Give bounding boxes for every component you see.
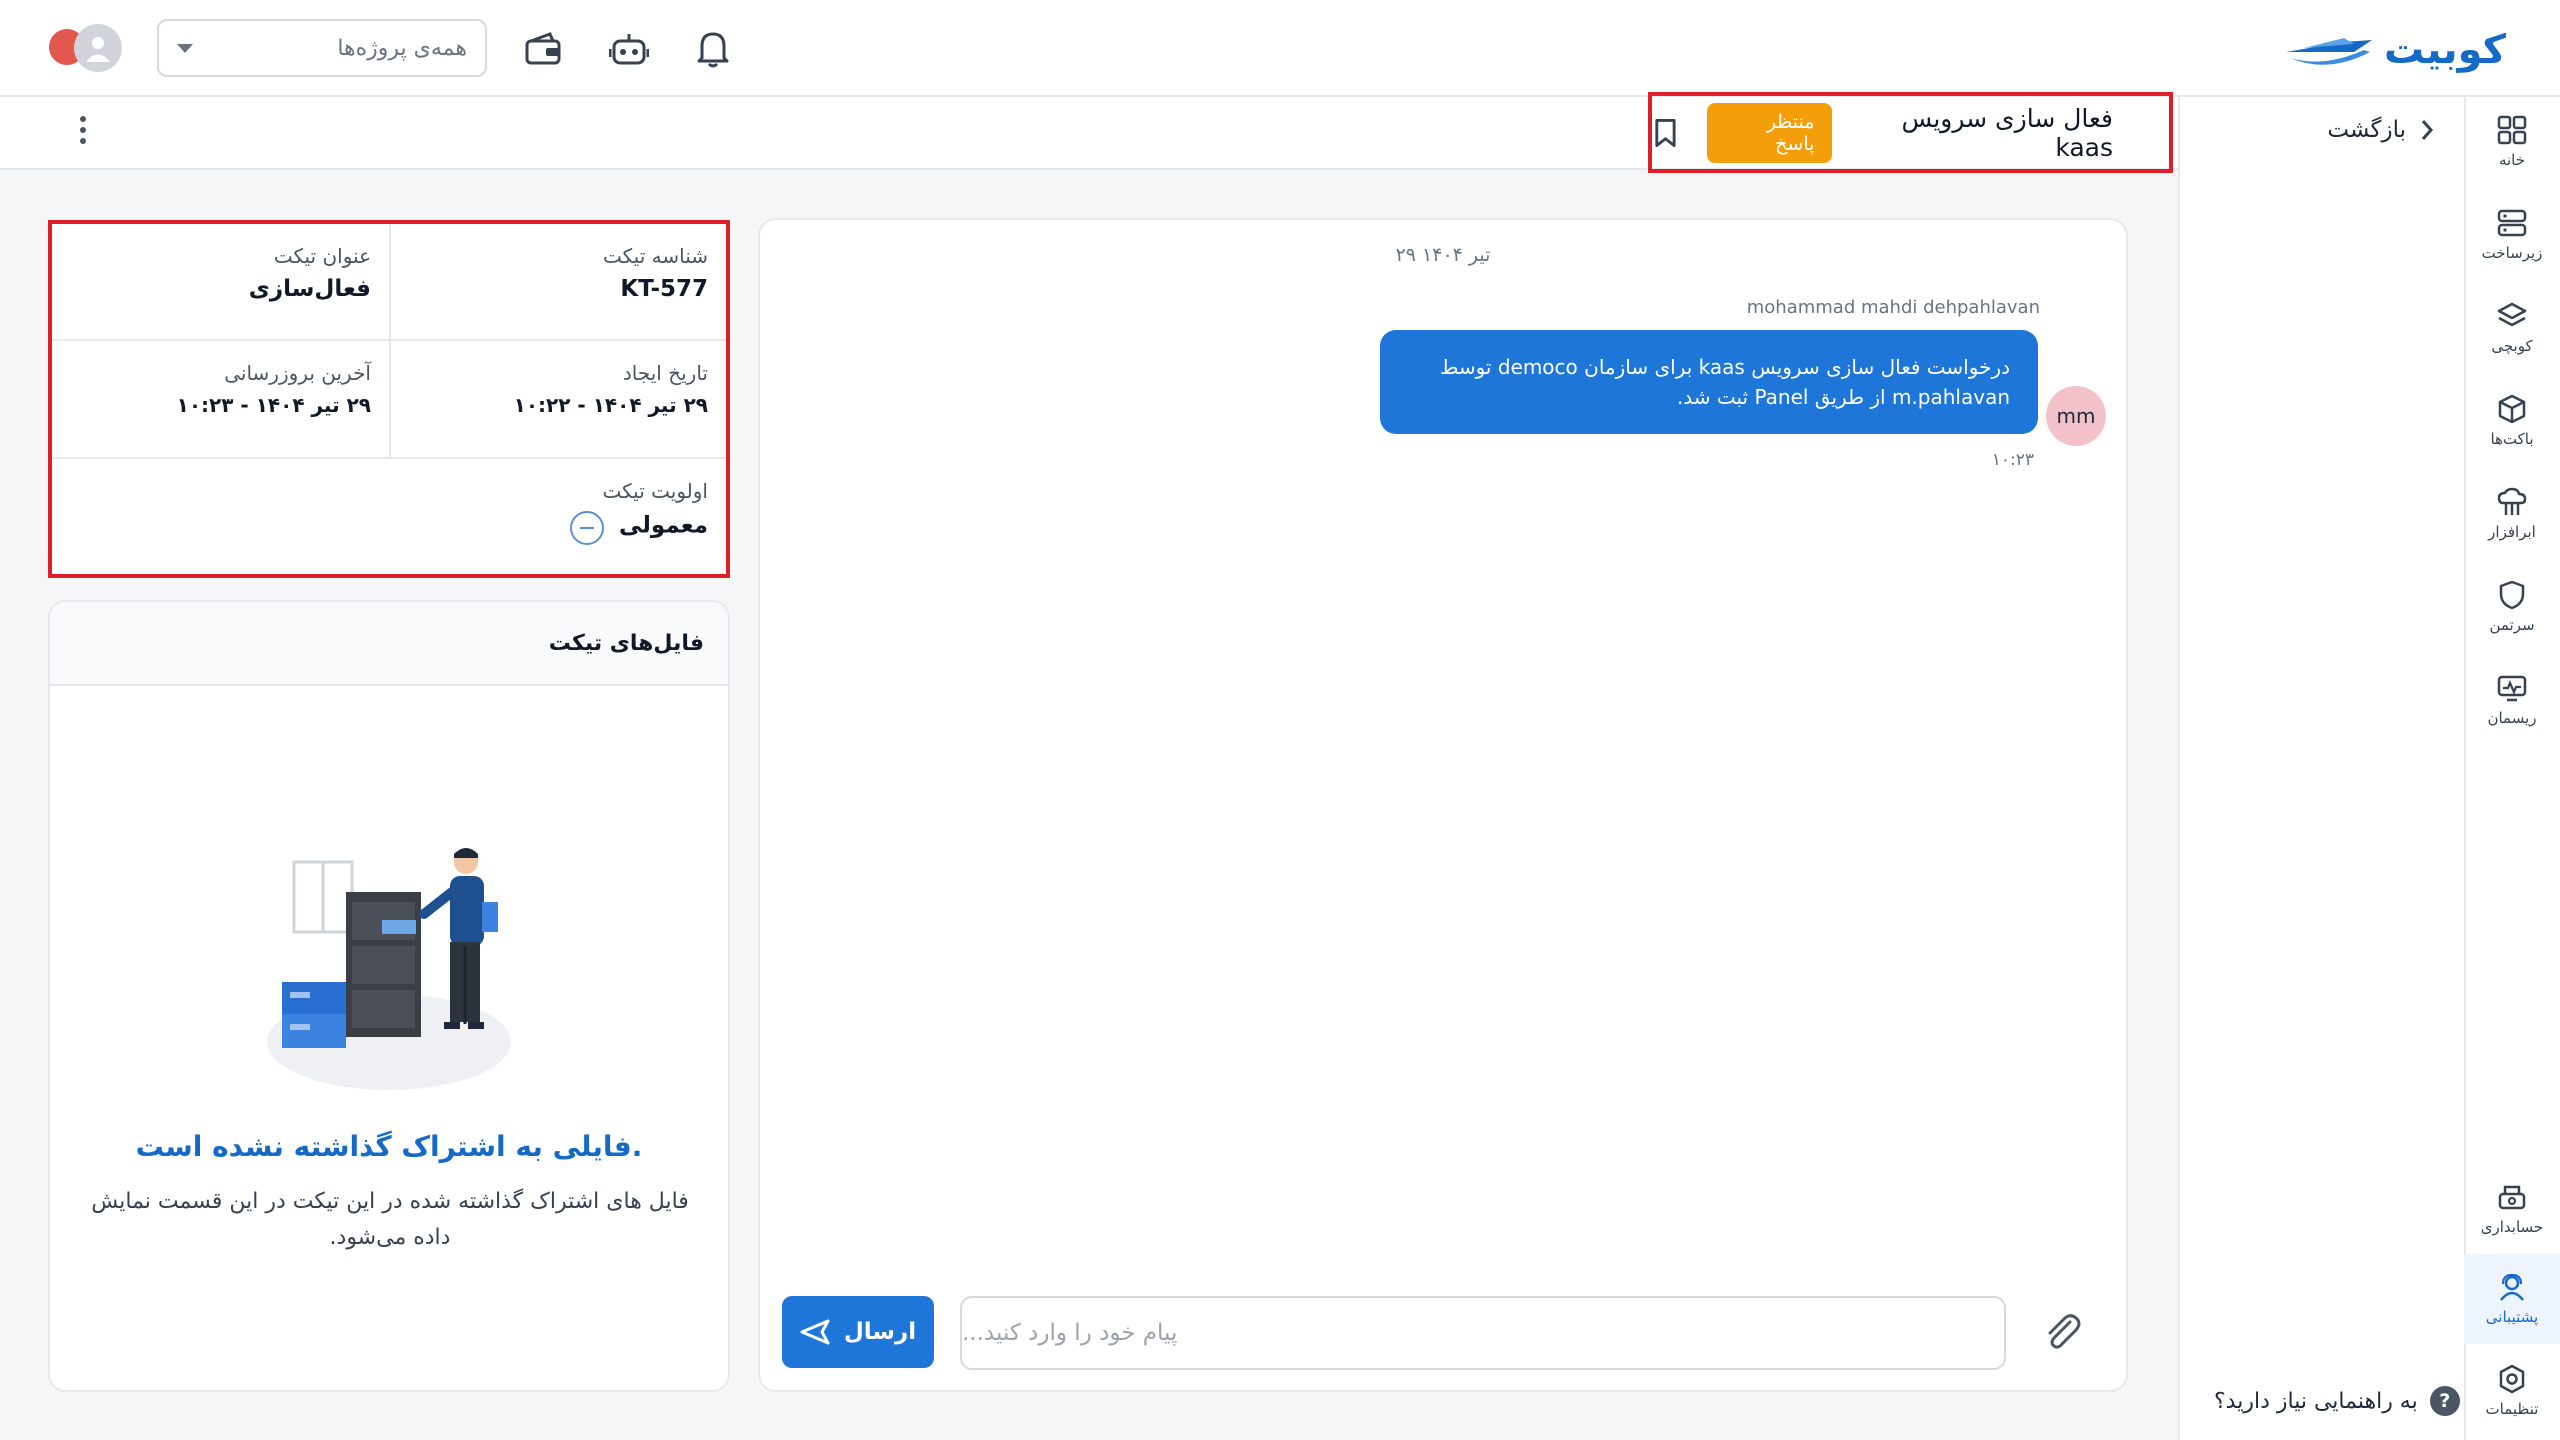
layers-icon [2497,302,2527,327]
ticket-title-box: فعال سازی سرویس kaas منتظر پاسخ [1648,92,2173,173]
updated-date-cell: آخرین بروزرسانی ۲۹ تیر ۱۴۰۴ - ۱۰:۲۳ [52,341,389,437]
ticket-info-card: شناسه تیکت KT-577 عنوان تیکت فعال‌سازی ت… [48,220,730,578]
priority-normal-icon [569,511,604,545]
nav-item-home[interactable]: خانه [2464,97,2560,187]
accounting-icon [2498,1185,2526,1210]
nav-item-sertman[interactable]: سرتمن [2464,562,2560,652]
empty-files-illustration-icon [267,848,511,1090]
brand-logo[interactable]: کوبیت [2284,26,2506,74]
ticket-id-cell: شناسه تیکت KT-577 [391,224,726,322]
sender-avatar: mm [2046,386,2106,446]
more-options-icon[interactable] [80,116,86,144]
boat-logo-icon [2285,38,2372,65]
ticket-files-card: فایل‌های تیکت فایلی به اشتراک گذاشته نشد… [48,600,730,1392]
wallet-icon[interactable] [520,26,566,72]
message-time: ۱۰:۲۳ [1991,450,2034,470]
message-bubble: درخواست فعال سازی سرویس kaas برای سازمان… [1380,330,2038,434]
nav-item-infrastructure[interactable]: زیرساخت [2464,190,2560,280]
box-icon [2498,394,2526,424]
updated-date-value: ۲۹ تیر ۱۴۰۴ - ۱۰:۲۳ [176,393,371,417]
grid-icon [2497,115,2527,145]
priority-value: معمولی [619,512,708,539]
priority-cell: اولویت تیکت معمولی [52,459,726,565]
nav-item-risman[interactable]: ریسمان [2464,655,2560,745]
paperclip-icon[interactable] [2040,1310,2084,1354]
message-input[interactable]: پیام خود را وارد کنید... [960,1296,2006,1370]
priority-label: اولویت تیکت [602,479,709,503]
nav-item-label: پشتیبانی [2485,1308,2539,1326]
send-label: ارسال [843,1319,917,1345]
robot-icon[interactable] [606,26,652,72]
nav-item-buckets[interactable]: باکت‌ها [2464,376,2560,466]
nav-item-label: سرتمن [2489,616,2535,634]
nav-item-kubchi[interactable]: کوبچی [2464,283,2560,373]
nav-item-label: باکت‌ها [2490,430,2534,448]
ticket-subject-label: عنوان تیکت [273,244,371,268]
help-label: به راهنمایی نیاز دارید؟ [2214,1388,2418,1414]
project-select-placeholder: همه‌ی پروژه‌ها [337,35,467,61]
server-icon [2497,209,2527,237]
bell-icon[interactable] [690,26,736,72]
chat-panel: ۲۹ تیر ۱۴۰۴ mohammad mahdi dehpahlavan د… [758,218,2128,1392]
nav-item-label: ریسمان [2487,709,2537,727]
files-title: فایل‌های تیکت [50,602,728,686]
nav-item-label: زیرساخت [2481,244,2543,262]
shield-icon [2499,580,2525,610]
brand-name: کوبیت [2383,27,2506,73]
nav-item-label: تنظیمات [2485,1400,2539,1418]
question-icon: ? [2429,1386,2460,1416]
secondary-panel: بازگشت ? به راهنمایی نیاز دارید؟ [2178,97,2464,1440]
bookmark-icon[interactable] [1652,117,1679,149]
chevron-down-icon [177,43,193,53]
cloud-app-icon [2497,487,2527,515]
help-link[interactable]: ? به راهنمایی نیاز دارید؟ [2214,1386,2460,1416]
empty-files-description: فایل های اشتراک گذاشته شده در این تیکت د… [91,1189,689,1250]
avatar[interactable] [46,24,124,72]
user-avatar-icon [74,24,122,72]
status-badge: منتظر پاسخ [1706,102,1833,163]
nav-item-support[interactable]: پشتیبانی [2464,1254,2560,1344]
message-sender: mohammad mahdi dehpahlavan [1746,297,2040,318]
monitor-icon [2497,675,2527,702]
nav-item-label: کوبچی [2491,337,2533,355]
ticket-id-value: KT-577 [620,276,708,302]
ticket-subject-cell: عنوان تیکت فعال‌سازی [52,224,389,322]
nav-item-accounting[interactable]: حسابداری [2464,1164,2560,1254]
created-date-value: ۲۹ تیر ۱۴۰۴ - ۱۰:۲۲ [513,393,708,417]
support-icon [2500,1273,2524,1301]
send-icon [800,1319,830,1345]
nav-item-cloud-apps[interactable]: ابرافزار [2464,469,2560,559]
nav-item-label: ابرافزار [2488,523,2536,541]
ticket-subject-value: فعال‌سازی [248,276,371,302]
back-label: بازگشت [2327,117,2406,143]
nav-item-label: خانه [2498,151,2526,169]
ticket-title: فعال سازی سرویس kaas [1901,103,2114,162]
ticket-id-label: شناسه تیکت [602,244,708,268]
nav-item-label: حسابداری [2480,1218,2544,1236]
settings-icon [2499,1364,2525,1394]
send-button[interactable]: ارسال [782,1296,934,1368]
created-date-label: تاریخ ایجاد [622,361,708,385]
chat-date: ۲۹ تیر ۱۴۰۴ [1395,244,1491,266]
project-select[interactable]: همه‌ی پروژه‌ها [157,19,487,77]
created-date-cell: تاریخ ایجاد ۲۹ تیر ۱۴۰۴ - ۱۰:۲۲ [391,341,726,437]
updated-date-label: آخرین بروزرسانی [224,361,371,385]
chevron-right-icon [2421,120,2434,140]
back-button[interactable]: بازگشت [2327,117,2434,143]
empty-files-title: فایلی به اشتراک گذاشته نشده است. [135,1130,643,1163]
nav-item-settings[interactable]: تنظیمات [2464,1346,2560,1436]
